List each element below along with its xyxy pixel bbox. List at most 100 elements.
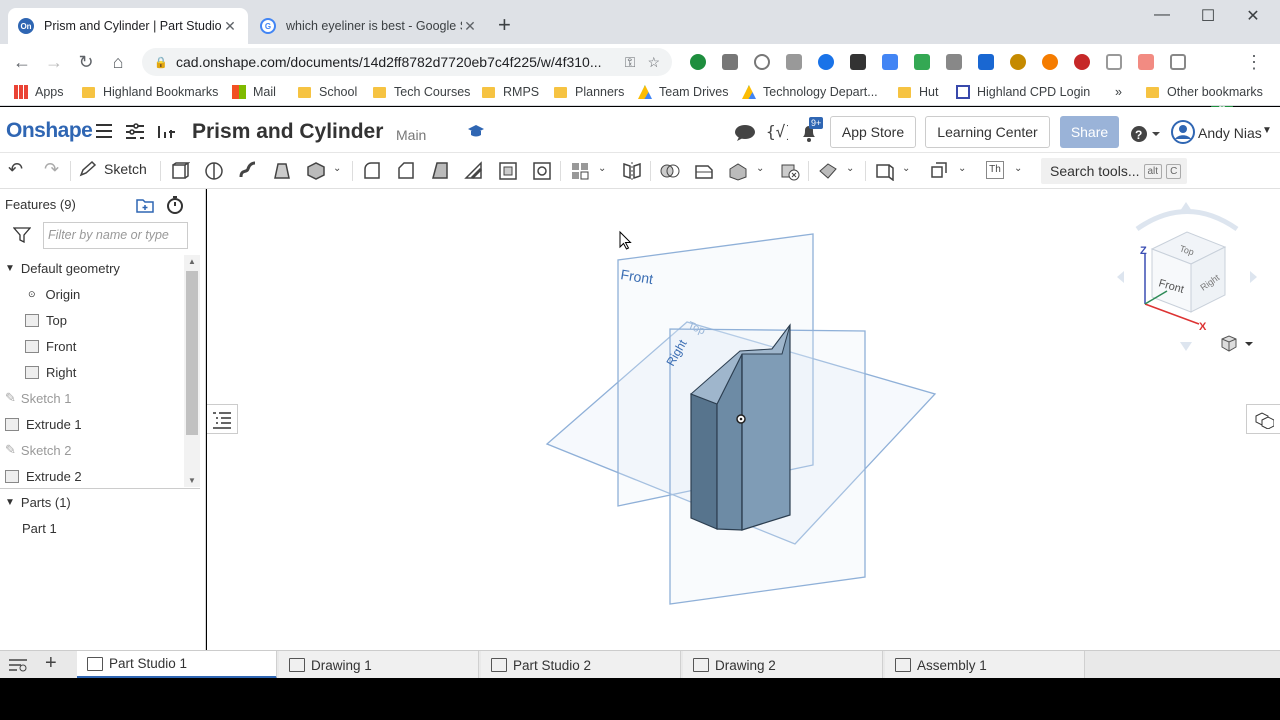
window-close-icon[interactable]: ✕ xyxy=(1239,6,1267,26)
feature-extrude-1[interactable]: Extrude 1 xyxy=(0,411,184,437)
insert-icon[interactable] xyxy=(156,123,176,141)
graphics-area[interactable]: Front Right Top Top Front Right Z X xyxy=(207,189,1280,650)
split-icon[interactable] xyxy=(694,161,714,181)
pattern-icon[interactable] xyxy=(570,161,590,181)
feature-default-geometry[interactable]: ▼ Default geometry xyxy=(0,255,184,281)
feature-sketch-1[interactable]: ✎ Sketch 1 xyxy=(0,385,184,411)
extension-icon[interactable] xyxy=(1138,54,1154,70)
surface-icon[interactable] xyxy=(930,161,950,181)
add-folder-icon[interactable] xyxy=(136,197,154,213)
chevron-down-icon[interactable]: ⌄ xyxy=(756,163,764,174)
chevron-down-icon[interactable]: ⌄ xyxy=(598,163,606,174)
part-item[interactable]: Part 1 xyxy=(0,515,184,541)
chevron-down-icon[interactable]: ▼ xyxy=(5,263,15,274)
feature-scrollbar[interactable]: ▲ ▼ xyxy=(184,255,200,487)
browser-tab-google[interactable]: G which eyeliner is best - Google Search… xyxy=(250,8,488,44)
home-icon[interactable]: ⌂ xyxy=(106,50,130,74)
menu-icon[interactable] xyxy=(96,124,112,142)
revolve-icon[interactable] xyxy=(204,161,224,181)
back-icon[interactable]: ← xyxy=(10,50,34,74)
workspace-branch[interactable]: Main xyxy=(396,127,426,143)
feature-extrude-2[interactable]: Extrude 2 xyxy=(0,463,184,489)
shell-icon[interactable] xyxy=(498,161,518,181)
extension-icon[interactable] xyxy=(818,54,834,70)
mirror-icon[interactable] xyxy=(622,161,642,181)
redo-icon[interactable]: ↷ xyxy=(44,159,59,180)
extension-icon[interactable] xyxy=(1042,54,1058,70)
feature-sketch-2[interactable]: ✎ Sketch 2 xyxy=(0,437,184,463)
scrollbar-thumb[interactable] xyxy=(186,271,198,435)
chevron-down-icon[interactable]: ▼ xyxy=(5,497,15,508)
rib-icon[interactable] xyxy=(464,161,484,181)
rotate-left-arrow[interactable] xyxy=(1117,271,1124,283)
extension-icon[interactable] xyxy=(882,54,898,70)
scroll-up-arrow[interactable]: ▲ xyxy=(188,257,196,266)
bookmark-tech-courses[interactable]: Tech Courses xyxy=(373,85,470,99)
chrome-menu-icon[interactable]: ⋮ xyxy=(1242,50,1266,74)
extension-icon[interactable] xyxy=(722,54,738,70)
extension-icon[interactable] xyxy=(1074,54,1090,70)
feature-top-plane[interactable]: Top xyxy=(0,307,184,333)
maximize-icon[interactable]: ☐ xyxy=(1194,6,1222,26)
add-tab-button[interactable]: + xyxy=(45,652,57,675)
bookmark-other[interactable]: Other bookmarks xyxy=(1146,85,1263,99)
reload-icon[interactable]: ↻ xyxy=(74,50,98,74)
configuration-panel-toggle[interactable] xyxy=(1246,404,1280,434)
view-cube-orbit-ring[interactable] xyxy=(1135,209,1239,232)
graduation-cap-icon[interactable] xyxy=(467,124,485,138)
extension-icon[interactable] xyxy=(946,54,962,70)
bookmark-hut[interactable]: Hut xyxy=(898,85,938,99)
parts-header[interactable]: ▼ Parts (1) xyxy=(0,489,184,515)
view-options-icon[interactable] xyxy=(1219,334,1255,354)
boolean-icon[interactable] xyxy=(660,161,680,181)
filter-icon[interactable] xyxy=(13,227,31,243)
rotate-up-arrow[interactable] xyxy=(1180,202,1192,211)
undo-icon[interactable]: ↶ xyxy=(8,159,23,180)
chevron-down-icon[interactable]: ⌄ xyxy=(1014,163,1022,174)
share-button[interactable]: Share xyxy=(1060,116,1119,148)
custom-feature-th[interactable]: Th xyxy=(986,161,1004,179)
fillet-icon[interactable] xyxy=(362,161,382,181)
star-icon[interactable]: ☆ xyxy=(647,54,660,71)
extension-icon[interactable] xyxy=(786,54,802,70)
help-icon[interactable]: ? xyxy=(1130,125,1160,143)
bookmark-apps[interactable]: Apps xyxy=(14,85,64,99)
extension-icon[interactable] xyxy=(690,54,706,70)
sheet-metal-icon[interactable] xyxy=(875,161,895,182)
bookmark-rmps[interactable]: RMPS xyxy=(482,85,539,99)
extension-icon[interactable] xyxy=(1106,54,1122,70)
extrude-icon[interactable] xyxy=(170,161,191,181)
delete-part-icon[interactable] xyxy=(780,161,800,181)
search-tools-input[interactable]: Search tools... alt C xyxy=(1041,158,1187,184)
extension-icon[interactable] xyxy=(850,54,866,70)
feature-right-plane[interactable]: Right xyxy=(0,359,184,385)
tab-part-studio-2[interactable]: Part Studio 2 xyxy=(481,651,681,679)
tab-assembly-1[interactable]: Assembly 1 xyxy=(885,651,1085,679)
tab-drawing-1[interactable]: Drawing 1 xyxy=(279,651,479,679)
plane-icon[interactable] xyxy=(818,161,838,181)
loft-icon[interactable] xyxy=(272,161,292,181)
comment-icon[interactable] xyxy=(734,124,756,142)
draft-icon[interactable] xyxy=(430,161,450,181)
scroll-down-arrow[interactable]: ▼ xyxy=(188,476,196,485)
tab-manager-icon[interactable] xyxy=(8,657,28,673)
bookmark-highland[interactable]: Highland Bookmarks xyxy=(82,85,218,99)
sketch-button[interactable]: Sketch xyxy=(78,160,147,178)
bookmark-team-drives[interactable]: Team Drives xyxy=(638,85,728,99)
feature-front-plane[interactable]: Front xyxy=(0,333,184,359)
sweep-icon[interactable] xyxy=(238,161,258,181)
address-bar[interactable]: 🔒 cad.onshape.com/documents/14d2ff8782d7… xyxy=(142,48,672,76)
chevron-down-icon[interactable]: ⌄ xyxy=(333,163,341,174)
close-icon[interactable]: ✕ xyxy=(222,18,238,35)
tab-part-studio-1[interactable]: Part Studio 1 xyxy=(77,651,277,679)
close-icon[interactable]: ✕ xyxy=(462,18,478,35)
minimize-icon[interactable]: — xyxy=(1148,6,1176,24)
chevron-down-icon[interactable]: ⌄ xyxy=(846,163,854,174)
browser-tab-onshape[interactable]: On Prism and Cylinder | Part Studio 1 ✕ xyxy=(8,8,248,44)
chevron-down-icon[interactable]: ▼ xyxy=(1262,125,1272,136)
bookmark-school[interactable]: School xyxy=(298,85,357,99)
bookmarks-overflow[interactable]: » xyxy=(1115,85,1122,99)
chamfer-icon[interactable] xyxy=(396,161,416,181)
tab-drawing-2[interactable]: Drawing 2 xyxy=(683,651,883,679)
transform-icon[interactable] xyxy=(728,161,748,181)
